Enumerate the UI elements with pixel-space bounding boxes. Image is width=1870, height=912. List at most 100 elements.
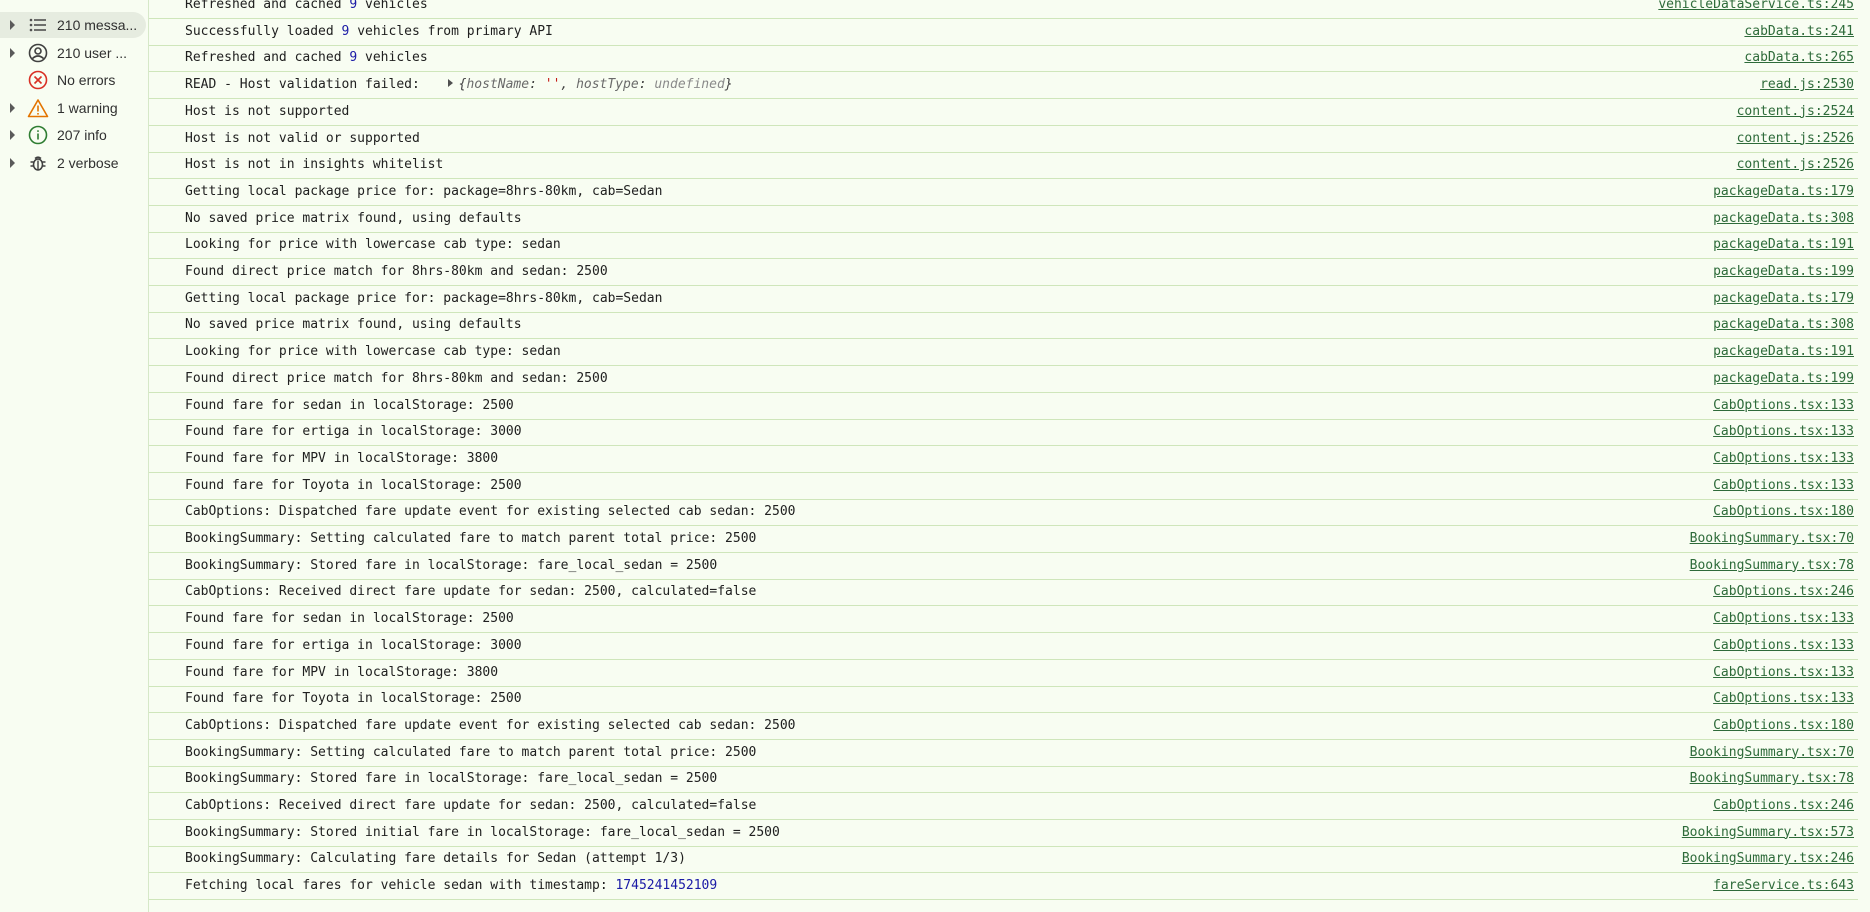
message-text: Found direct price match for 8hrs-80km a…	[185, 370, 608, 386]
expand-object-icon[interactable]	[447, 79, 453, 88]
console-message-row: BookingSummary: Calculating fare details…	[149, 846, 1858, 874]
console-message-row: Found direct price match for 8hrs-80km a…	[149, 259, 1858, 286]
console-message-text: Found fare for Toyota in localStorage: 2…	[185, 478, 522, 493]
source-link[interactable]: CabOptions.tsx:246	[1713, 584, 1854, 599]
source-link[interactable]: cabData.ts:265	[1744, 50, 1854, 65]
console-message-text: No saved price matrix found, using defau…	[185, 211, 522, 226]
sidebar-item-errors[interactable]: No errors	[0, 67, 146, 93]
console-sidebar: 210 messa... 210 user ... No errors 1 warni…	[0, 0, 149, 912]
message-text: BookingSummary: Stored initial fare in l…	[185, 824, 780, 840]
console-message-row: BookingSummary: Stored fare in localStor…	[149, 766, 1858, 794]
console-message-row: Found fare for sedan in localStorage: 25…	[149, 393, 1858, 420]
source-link[interactable]: packageData.ts:191	[1713, 237, 1854, 252]
message-text: Looking for price with lowercase cab typ…	[185, 237, 561, 253]
console-message-text: Found fare for ertiga in localStorage: 3…	[185, 638, 522, 653]
source-link[interactable]: CabOptions.tsx:133	[1713, 451, 1854, 466]
message-text: Host is not supported	[185, 103, 350, 119]
console-message-row: Host is not supported content.js:2524	[149, 99, 1858, 126]
source-link[interactable]: packageData.ts:191	[1713, 344, 1854, 359]
warning-triangle-icon	[27, 97, 49, 119]
console-messages: Refreshed and cached 9 vehicles vehicleDa…	[149, 0, 1870, 912]
expand-arrow-icon[interactable]	[10, 102, 15, 113]
source-link[interactable]: read.js:2530	[1760, 77, 1854, 92]
source-link[interactable]: cabData.ts:241	[1744, 24, 1854, 39]
object-preview[interactable]: {hostName: '', hostType: undefined}	[459, 77, 733, 92]
message-text: CabOptions: Dispatched fare update event…	[185, 504, 796, 520]
source-link[interactable]: BookingSummary.tsx:78	[1690, 771, 1854, 786]
user-circle-icon	[27, 42, 49, 64]
source-link[interactable]: BookingSummary.tsx:70	[1690, 745, 1854, 760]
source-link[interactable]: vehicleDataService.ts:245	[1658, 0, 1854, 12]
source-link[interactable]: CabOptions.tsx:133	[1713, 478, 1854, 493]
message-text: Refreshed and cached	[185, 0, 350, 12]
console-message-text: Getting local package price for: package…	[185, 291, 662, 306]
expand-arrow-icon[interactable]	[10, 20, 15, 30]
source-link[interactable]: content.js:2524	[1737, 104, 1854, 119]
sidebar-item-warnings[interactable]: 1 warning	[0, 95, 146, 121]
source-link[interactable]: CabOptions.tsx:180	[1713, 718, 1854, 733]
expand-arrow-icon[interactable]	[10, 47, 15, 58]
message-text: Found direct price match for 8hrs-80km a…	[185, 264, 608, 279]
console-message-row: Host is not in insights whitelist content…	[149, 152, 1858, 180]
source-link[interactable]: BookingSummary.tsx:78	[1690, 558, 1854, 573]
object-preview-comma: ,	[560, 77, 577, 93]
source-link[interactable]: CabOptions.tsx:133	[1713, 424, 1854, 439]
source-link[interactable]: packageData.ts:308	[1713, 317, 1854, 332]
console-message-text: CabOptions: Received direct fare update …	[185, 798, 756, 813]
console-message-text: BookingSummary: Setting calculated fare …	[185, 745, 756, 760]
source-link[interactable]: CabOptions.tsx:133	[1713, 691, 1854, 706]
info-circle-icon	[27, 124, 49, 146]
sidebar-item-verbose[interactable]: 2 verbose	[0, 150, 146, 176]
console-message-row: BookingSummary: Setting calculated fare …	[149, 526, 1858, 553]
expand-arrow-icon[interactable]	[10, 130, 15, 140]
message-text-suffix: vehicles	[357, 0, 428, 12]
source-link[interactable]: CabOptions.tsx:133	[1713, 638, 1854, 653]
source-link[interactable]: fareService.ts:643	[1713, 878, 1854, 893]
source-link[interactable]: BookingSummary.tsx:246	[1682, 851, 1854, 866]
sidebar-item-label: No errors	[57, 72, 116, 88]
message-text: Getting local package price for: package…	[185, 290, 663, 306]
source-link[interactable]: packageData.ts:308	[1713, 211, 1854, 226]
source-link[interactable]: CabOptions.tsx:180	[1713, 504, 1854, 519]
source-link[interactable]: CabOptions.tsx:246	[1713, 798, 1854, 813]
source-link[interactable]: BookingSummary.tsx:573	[1682, 825, 1854, 840]
object-preview-k2: hostType	[576, 77, 639, 93]
sidebar-item-user-messages[interactable]: 210 user ...	[0, 40, 146, 66]
source-link[interactable]: packageData.ts:179	[1713, 291, 1854, 306]
console-message-text: Refreshed and cached 9 vehicles	[185, 0, 428, 12]
object-preview-v2: undefined	[654, 77, 725, 93]
sidebar-item-label: 207 info	[57, 127, 107, 143]
source-link[interactable]: packageData.ts:199	[1713, 264, 1854, 279]
console-message-row: Found direct price match for 8hrs-80km a…	[149, 366, 1858, 393]
source-link[interactable]: CabOptions.tsx:133	[1713, 611, 1854, 626]
object-preview-colon1: :	[529, 77, 545, 93]
source-link[interactable]: CabOptions.tsx:133	[1713, 665, 1854, 680]
message-text: BookingSummary: Stored fare in localStor…	[185, 557, 718, 573]
message-text: Found fare for sedan in localStorage: 25…	[185, 397, 514, 413]
message-text: Found fare for MPV in localStorage: 3800	[185, 450, 499, 466]
source-link[interactable]: content.js:2526	[1737, 157, 1854, 172]
source-link[interactable]: packageData.ts:179	[1713, 184, 1854, 199]
sidebar-item-info[interactable]: 207 info	[0, 122, 146, 148]
source-link[interactable]: BookingSummary.tsx:70	[1690, 531, 1854, 546]
console-message-text: BookingSummary: Stored fare in localStor…	[185, 771, 717, 786]
console-message-text: BookingSummary: Setting calculated fare …	[185, 531, 756, 546]
source-link[interactable]: CabOptions.tsx:133	[1713, 398, 1854, 413]
source-link[interactable]: content.js:2526	[1737, 131, 1854, 146]
console-message-text: Looking for price with lowercase cab typ…	[185, 237, 561, 252]
console-message-row: CabOptions: Dispatched fare update event…	[149, 713, 1858, 740]
sidebar-item-messages[interactable]: 210 messa...	[0, 12, 146, 38]
console-message-text: Found fare for Toyota in localStorage: 2…	[185, 691, 522, 706]
message-text: Fetching local fares for vehicle sedan w…	[185, 878, 616, 894]
console-message-row: READ - Host validation failed: {hostName…	[149, 72, 1858, 100]
console-message-row: Found fare for ertiga in localStorage: 3…	[149, 419, 1858, 447]
source-link[interactable]: packageData.ts:199	[1713, 371, 1854, 386]
message-text: BookingSummary: Setting calculated fare …	[185, 531, 757, 546]
message-text: CabOptions: Dispatched fare update event…	[185, 717, 796, 733]
message-number: 1745241452109	[615, 878, 718, 894]
console-message-row: Getting local package price for: package…	[149, 179, 1858, 206]
sidebar-item-label: 210 user ...	[57, 44, 128, 61]
object-preview-close: }	[724, 77, 733, 93]
expand-arrow-icon[interactable]	[10, 157, 15, 168]
devtools-console-panel: 210 messa... 210 user ... No errors 1 warni…	[0, 0, 1870, 912]
